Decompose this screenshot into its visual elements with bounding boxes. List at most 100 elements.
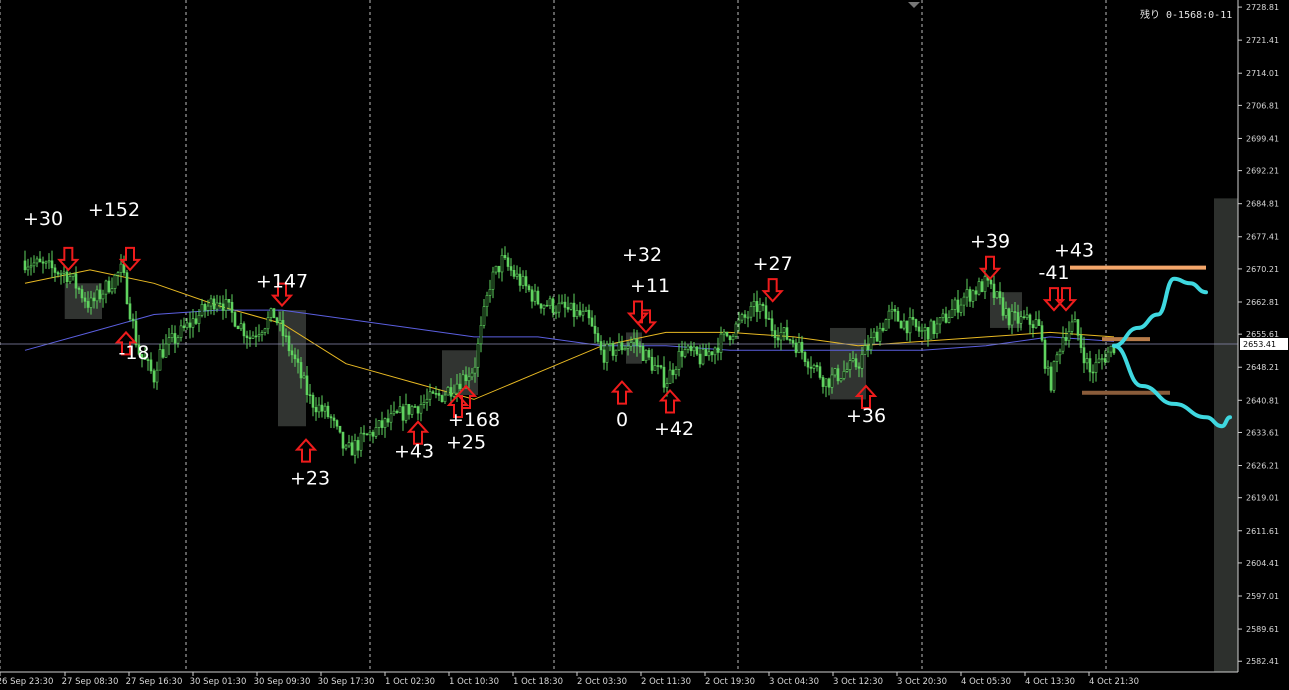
price-chart[interactable]: +30 +152 -18 +147 +23 +43 +168+25 +32 +11 0 +42 +27… bbox=[0, 0, 1289, 690]
candle-body bbox=[50, 260, 54, 269]
moving-average-line bbox=[24, 269, 1115, 400]
candle-body bbox=[734, 323, 738, 337]
candle-body bbox=[542, 304, 546, 309]
trade-result-label: +43 bbox=[1054, 239, 1094, 261]
candle-body bbox=[572, 302, 576, 317]
candle-body bbox=[854, 358, 858, 368]
arrow-down-icon bbox=[978, 255, 1002, 281]
candle-body bbox=[530, 289, 534, 302]
candle-body bbox=[1013, 311, 1017, 313]
candle-body bbox=[32, 262, 36, 267]
candle-body bbox=[287, 335, 291, 352]
candle-body bbox=[644, 350, 648, 361]
candle-body bbox=[857, 366, 861, 369]
trade-result-label: +42 bbox=[654, 418, 694, 440]
candle-body bbox=[677, 351, 681, 370]
y-tick-label: 2604.41 bbox=[1246, 559, 1279, 568]
candle-body bbox=[359, 432, 363, 451]
candle-body bbox=[470, 372, 474, 378]
candle-body bbox=[380, 420, 384, 428]
candle-body bbox=[590, 317, 594, 327]
candle-body bbox=[59, 273, 63, 275]
y-tick-label: 2721.41 bbox=[1246, 36, 1279, 45]
candle-body bbox=[1058, 350, 1062, 356]
candle-body bbox=[71, 273, 75, 277]
candle-body bbox=[863, 345, 867, 355]
candle-body bbox=[107, 280, 111, 293]
candle-body bbox=[368, 431, 372, 436]
candle-body bbox=[884, 319, 888, 331]
candle-body bbox=[392, 410, 396, 415]
candle-body bbox=[293, 354, 297, 360]
candle-body bbox=[182, 325, 186, 328]
candle-body bbox=[482, 306, 486, 326]
candle-body bbox=[275, 317, 279, 324]
candle-body bbox=[806, 361, 810, 368]
candle-body bbox=[845, 369, 849, 372]
x-tick-label: 1 Oct 10:30 bbox=[449, 677, 499, 687]
candle-body bbox=[248, 337, 252, 340]
candle-body bbox=[746, 316, 750, 319]
x-tick-label: 1 Oct 02:30 bbox=[385, 677, 435, 687]
candle-body bbox=[227, 298, 231, 303]
candle-body bbox=[389, 413, 393, 423]
candle-body bbox=[1025, 314, 1029, 318]
candle-body bbox=[383, 418, 387, 428]
chart-shift-icon[interactable] bbox=[908, 2, 920, 8]
y-tick-label: 2670.21 bbox=[1246, 265, 1279, 274]
candle-body bbox=[917, 326, 921, 332]
trade-result-label: -41 bbox=[1038, 262, 1069, 284]
candle-body bbox=[662, 366, 666, 388]
candle-body bbox=[158, 349, 162, 371]
candle-body bbox=[608, 343, 612, 345]
trade-result-label: 0 bbox=[616, 409, 628, 431]
candle-body bbox=[416, 406, 420, 414]
candle-body bbox=[296, 358, 300, 363]
candle-body bbox=[710, 351, 714, 356]
arrow-up-icon bbox=[294, 438, 318, 463]
candle-body bbox=[740, 314, 744, 321]
candle-body bbox=[899, 320, 903, 329]
candle-body bbox=[44, 261, 48, 264]
y-tick-label: 2589.61 bbox=[1246, 625, 1279, 634]
candle-body bbox=[566, 307, 570, 310]
y-tick-label: 2597.01 bbox=[1246, 592, 1279, 601]
candle-body bbox=[620, 342, 624, 351]
candle-body bbox=[113, 275, 117, 289]
candle-body bbox=[53, 267, 57, 273]
candle-body bbox=[464, 374, 468, 382]
candle-body bbox=[1049, 366, 1053, 391]
trade-result-label: +25 bbox=[446, 432, 486, 454]
candle-body bbox=[842, 371, 846, 379]
candle-body bbox=[1091, 371, 1095, 374]
candle-body bbox=[1064, 337, 1068, 341]
candle-body bbox=[785, 327, 789, 340]
candle-body bbox=[770, 318, 774, 331]
candle-body bbox=[101, 293, 105, 300]
candle-body bbox=[875, 331, 879, 342]
candle-body bbox=[503, 255, 507, 259]
candle-body bbox=[812, 365, 816, 369]
candle-body bbox=[1034, 319, 1038, 329]
candle-body bbox=[611, 343, 615, 356]
candle-body bbox=[713, 347, 717, 356]
candle-body bbox=[557, 302, 561, 313]
candle-body bbox=[494, 265, 498, 273]
candle-body bbox=[23, 260, 27, 271]
candle-body bbox=[371, 431, 375, 437]
candle-body bbox=[593, 325, 597, 334]
y-tick-label: 2699.41 bbox=[1246, 134, 1279, 143]
candle-body bbox=[1070, 321, 1074, 332]
candle-body bbox=[545, 304, 549, 307]
candle-body bbox=[335, 420, 339, 427]
candle-body bbox=[1001, 297, 1005, 316]
trade-result-label: +23 bbox=[290, 467, 330, 489]
candle-body bbox=[755, 301, 759, 312]
candle-body bbox=[719, 333, 723, 353]
y-tick-label: 2662.81 bbox=[1246, 298, 1279, 307]
candle-body bbox=[659, 365, 663, 368]
candle-body bbox=[878, 327, 882, 342]
candle-body bbox=[326, 405, 330, 418]
y-tick-label: 2626.21 bbox=[1246, 462, 1279, 471]
candle-body bbox=[185, 322, 189, 328]
